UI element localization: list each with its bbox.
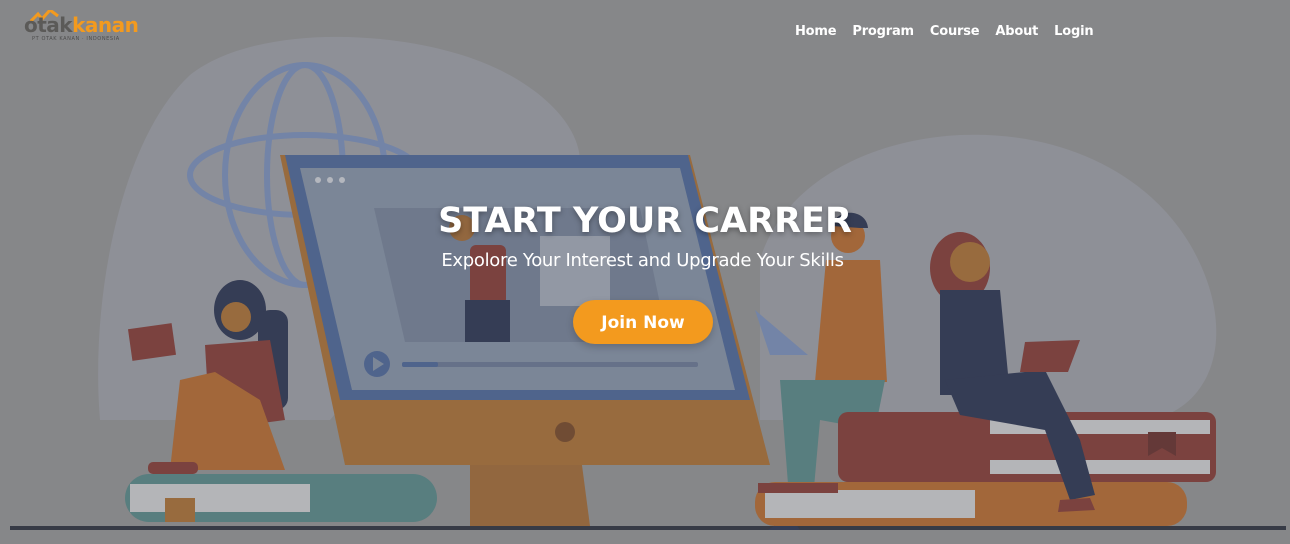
- logo-wordmark: otakkanan: [24, 13, 139, 37]
- join-now-button[interactable]: Join Now: [573, 300, 713, 344]
- brand-logo[interactable]: otakkanan PT OTAK KANAN · INDONESIA: [22, 10, 162, 46]
- hero-title: START YOUR CARRER: [438, 201, 852, 241]
- nav-about[interactable]: About: [987, 23, 1046, 41]
- nav-login[interactable]: Login: [1046, 23, 1101, 41]
- top-navbar: otakkanan PT OTAK KANAN · INDONESIA Home…: [0, 0, 1290, 64]
- hero-subtitle: Expolore Your Interest and Upgrade Your …: [441, 250, 844, 271]
- main-nav: Home Program Course About Login: [787, 23, 1101, 41]
- logo-wordmark-part1: otak: [24, 13, 73, 37]
- nav-program[interactable]: Program: [844, 23, 922, 41]
- nav-course[interactable]: Course: [922, 23, 988, 41]
- logo-wordmark-part2: kanan: [72, 13, 139, 37]
- logo-tagline: PT OTAK KANAN · INDONESIA: [32, 36, 120, 42]
- nav-home[interactable]: Home: [787, 23, 844, 41]
